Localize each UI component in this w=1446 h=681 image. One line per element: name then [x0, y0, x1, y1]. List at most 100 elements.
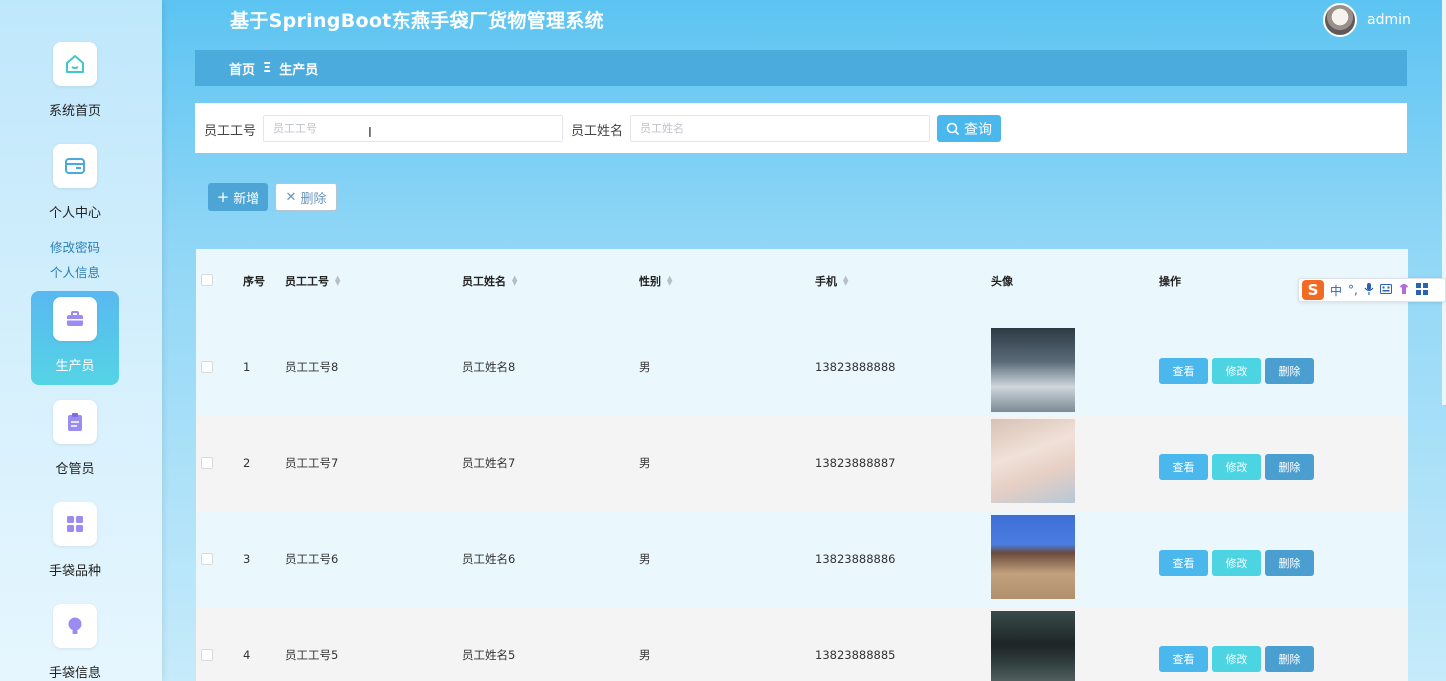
table-row: 4 员工工号5 员工姓名5 男 13823888885 查看 修改 删除	[196, 607, 1408, 681]
cell-emp-no: 员工工号8	[285, 360, 339, 374]
avatar-photo	[991, 611, 1075, 681]
cell-emp-no: 员工工号5	[285, 648, 339, 662]
sidebar-item-warehouse-keeper[interactable]: 仓管员	[31, 400, 119, 477]
emp-name-label: 员工姓名	[571, 124, 624, 139]
view-button[interactable]: 查看	[1159, 454, 1208, 480]
cell-index: 4	[243, 648, 251, 662]
row-checkbox[interactable]	[201, 361, 213, 373]
column-header-phone[interactable]: 手机 ▲ ▼	[815, 273, 848, 289]
row-checkbox[interactable]	[201, 649, 213, 661]
emp-name-input[interactable]: 员工姓名	[630, 115, 930, 142]
sort-icon[interactable]: ▲ ▼	[667, 275, 672, 287]
table-row: 1 员工工号8 员工姓名8 男 13823888888 查看 修改 删除	[196, 319, 1408, 415]
scrollbar[interactable]	[1442, 0, 1446, 405]
cell-index: 1	[243, 360, 251, 374]
cell-emp-no: 员工工号7	[285, 456, 339, 470]
column-header-name[interactable]: 员工姓名 ▲ ▼	[462, 273, 517, 289]
column-header-index: 序号	[243, 275, 265, 288]
sidebar-item-label: 手袋品种	[48, 564, 101, 579]
avatar-photo	[991, 328, 1075, 412]
batch-delete-button[interactable]: ✕ 删除	[275, 183, 337, 211]
avatar-photo	[991, 419, 1075, 503]
emp-name-placeholder: 员工姓名	[640, 122, 684, 135]
emp-no-input[interactable]: 员工工号 I	[263, 115, 563, 142]
sidebar-item-profile[interactable]: 个人中心	[31, 144, 119, 221]
emp-no-placeholder: 员工工号	[273, 122, 317, 135]
ime-toolbar[interactable]: S 中 °,	[1298, 278, 1446, 302]
plus-icon: +	[216, 188, 230, 206]
breadcrumb-separator: Ξ	[263, 60, 272, 76]
search-icon	[946, 122, 960, 135]
sidebar-item-home[interactable]: 系统首页	[31, 42, 119, 119]
column-header-gender[interactable]: 性别 ▲ ▼	[639, 273, 672, 289]
view-button[interactable]: 查看	[1159, 550, 1208, 576]
cell-gender: 男	[639, 552, 651, 566]
sidebar-item-producer[interactable]: 生产员	[31, 291, 119, 385]
column-header-emp-no[interactable]: 员工工号 ▲ ▼	[285, 273, 340, 289]
microphone-icon[interactable]	[1364, 282, 1374, 298]
delete-button[interactable]: 删除	[1265, 550, 1314, 576]
skin-icon[interactable]	[1398, 283, 1410, 298]
sidebar-sublink-change-password[interactable]: 修改密码	[0, 237, 150, 256]
cell-index: 2	[243, 456, 251, 470]
view-button[interactable]: 查看	[1159, 646, 1208, 672]
table-header: 序号 员工工号 ▲ ▼ 员工姓名 ▲ ▼ 性别 ▲ ▼ 手机 ▲ ▼ 头像 操作	[196, 249, 1408, 309]
emp-no-label: 员工工号	[204, 124, 257, 139]
query-button[interactable]: 查询	[937, 115, 1001, 142]
sort-icon[interactable]: ▲ ▼	[512, 275, 517, 287]
avatar[interactable]	[1323, 3, 1357, 37]
sidebar-item-bag-info[interactable]: 手袋信息	[31, 604, 119, 681]
sidebar-item-label: 系统首页	[48, 104, 101, 119]
cell-gender: 男	[639, 456, 651, 470]
sidebar: 系统首页 个人中心 修改密码 个人信息 生产员 仓管员 手袋品种 手袋信息	[0, 0, 162, 681]
row-checkbox[interactable]	[201, 553, 213, 565]
keyboard-icon[interactable]	[1379, 283, 1392, 297]
select-all-checkbox[interactable]	[201, 274, 213, 286]
cell-phone: 13823888885	[815, 648, 896, 662]
edit-button[interactable]: 修改	[1212, 358, 1261, 384]
sidebar-item-bag-category[interactable]: 手袋品种	[31, 502, 119, 579]
cell-phone: 13823888886	[815, 552, 896, 566]
breadcrumb-current: 生产员	[279, 62, 319, 78]
edit-button[interactable]: 修改	[1212, 454, 1261, 480]
cell-emp-no: 员工工号6	[285, 552, 339, 566]
delete-button[interactable]: 删除	[1265, 358, 1314, 384]
sidebar-sublink-personal-info[interactable]: 个人信息	[0, 262, 150, 281]
briefcase-icon	[53, 297, 97, 341]
toolbox-icon[interactable]	[1415, 282, 1428, 298]
sort-icon[interactable]: ▲ ▼	[843, 275, 848, 287]
sogou-logo-icon[interactable]: S	[1302, 280, 1324, 300]
add-button[interactable]: + 新增	[208, 183, 268, 211]
cell-name: 员工姓名6	[462, 552, 516, 566]
sidebar-item-label: 手袋信息	[48, 666, 101, 681]
username[interactable]: admin	[1367, 12, 1411, 28]
delete-button[interactable]: 删除	[1265, 646, 1314, 672]
cell-name: 员工姓名5	[462, 648, 516, 662]
delete-button[interactable]: 删除	[1265, 454, 1314, 480]
column-header-avatar: 头像	[991, 275, 1013, 288]
user-menu[interactable]: admin	[1323, 3, 1411, 37]
cell-phone: 13823888888	[815, 360, 896, 374]
search-panel: 员工工号 员工工号 I 员工姓名 员工姓名 查询	[195, 103, 1407, 153]
sort-icon[interactable]: ▲ ▼	[335, 275, 340, 287]
table-row: 3 员工工号6 员工姓名6 男 13823888886 查看 修改 删除	[196, 511, 1408, 607]
breadcrumb: 首页 Ξ 生产员	[195, 50, 1407, 86]
cell-name: 员工姓名8	[462, 360, 516, 374]
clipboard-icon	[53, 400, 97, 444]
edit-button[interactable]: 修改	[1212, 550, 1261, 576]
ime-mode-toggle[interactable]: 中	[1330, 282, 1342, 299]
app-title: 基于SpringBoot东燕手袋厂货物管理系统	[230, 10, 604, 32]
home-icon	[53, 42, 97, 86]
wallet-icon	[53, 144, 97, 188]
breadcrumb-home[interactable]: 首页	[229, 59, 255, 78]
sidebar-item-label: 仓管员	[55, 462, 95, 477]
row-checkbox[interactable]	[201, 457, 213, 469]
cell-index: 3	[243, 552, 251, 566]
add-button-label: 新增	[233, 191, 260, 207]
sidebar-item-label: 生产员	[55, 359, 95, 374]
cell-gender: 男	[639, 360, 651, 374]
edit-button[interactable]: 修改	[1212, 646, 1261, 672]
avatar-photo	[991, 515, 1075, 599]
ime-punct-toggle[interactable]: °,	[1348, 283, 1358, 297]
view-button[interactable]: 查看	[1159, 358, 1208, 384]
